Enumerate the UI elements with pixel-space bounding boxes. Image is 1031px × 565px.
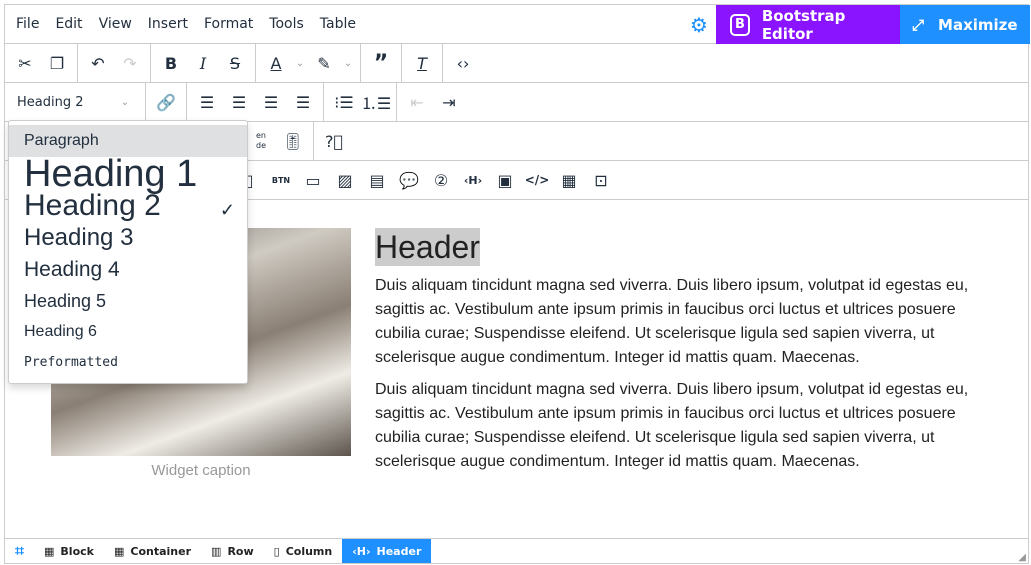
image-icon[interactable]: ▨ [329, 165, 361, 195]
figure-caption: Widget caption [151, 462, 251, 479]
container-icon: ▦ [113, 544, 125, 558]
option-label: Heading 5 [24, 291, 107, 311]
text-column: Header Duis aliquam tincidunt magna sed … [375, 228, 985, 482]
option-label: Heading 2 [24, 189, 161, 222]
menu-insert[interactable]: Insert [140, 5, 196, 44]
bold-icon[interactable]: B [155, 48, 187, 78]
chevron-down-icon[interactable]: ⌄ [292, 58, 308, 69]
help-icon[interactable]: ?⃝ [318, 126, 350, 156]
maximize-button[interactable]: ⤢ Maximize [900, 5, 1030, 44]
translate-to: de [256, 141, 266, 150]
format-select[interactable]: Heading 2 ⌄ [9, 87, 141, 117]
resize-handle[interactable]: ◢ [1018, 552, 1026, 563]
button-icon[interactable]: BTN [265, 165, 297, 195]
format-option-heading-2[interactable]: Heading 2 ✓ [9, 191, 247, 221]
align-right-icon[interactable]: ☰ [255, 87, 287, 117]
breadcrumb-container[interactable]: ▦ Container [104, 539, 201, 563]
gear-icon[interactable]: ⚙ [683, 5, 715, 44]
bootstrap-editor-label: Bootstrap Editor [761, 6, 846, 43]
column-icon: ▯ [273, 544, 280, 558]
source-code-icon[interactable]: ‹› [447, 48, 479, 78]
format-option-heading-4[interactable]: Heading 4 [9, 254, 247, 285]
header-icon[interactable]: ‹H› [457, 165, 489, 195]
window-icon[interactable]: ▭ [297, 165, 329, 195]
bullet-list-icon[interactable]: ⁝☰ [328, 87, 360, 117]
settings-comment-icon[interactable]: 🎚 [277, 126, 309, 156]
translate-icon[interactable]: en de [245, 126, 277, 156]
snippet-icon[interactable]: ⊡ [585, 165, 617, 195]
crumb-label: Column [285, 544, 333, 558]
chevron-down-icon[interactable]: ⌄ [340, 58, 356, 69]
maximize-label: Maximize [938, 15, 1018, 34]
highlight-icon[interactable]: ✎ [308, 48, 340, 78]
format-option-heading-1[interactable]: Heading 1 [9, 155, 247, 193]
option-label: Heading 6 [24, 323, 97, 340]
block-icon: ▦ [44, 544, 55, 558]
menubar: File Edit View Insert Format Tools Table… [5, 5, 1030, 44]
crumb-label: Block [60, 544, 94, 558]
toolbar-row-1: ✂ ❐ ↶ ↷ BIS A ⌄ ✎ ⌄ ” T ‹› [5, 44, 1028, 83]
maximize-icon: ⤢ [912, 15, 925, 34]
format-option-heading-6[interactable]: Heading 6 [9, 317, 247, 347]
clear-formatting-icon[interactable]: T [406, 48, 438, 78]
strikethrough-icon[interactable]: S [219, 48, 251, 78]
option-label: Preformatted [24, 355, 118, 370]
menu-tools[interactable]: Tools [261, 5, 312, 44]
row-icon: ▥ [211, 544, 222, 558]
align-center-icon[interactable]: ☰ [223, 87, 255, 117]
undo-icon[interactable]: ↶ [82, 48, 114, 78]
menu-table[interactable]: Table [312, 5, 364, 44]
toolbar-row-2: Heading 2 ⌄ 🔗 ☰ ☰ ☰ ☰ ⁝☰ ⒈☰ ⇤ ⇥ [5, 83, 1028, 122]
cut-icon[interactable]: ✂ [9, 48, 41, 78]
redo-icon[interactable]: ↷ [114, 48, 146, 78]
menu-file[interactable]: File [5, 5, 47, 44]
breadcrumb-column[interactable]: ▯ Column [264, 539, 343, 563]
align-left-icon[interactable]: ☰ [191, 87, 223, 117]
format-select-value: Heading 2 [17, 94, 84, 110]
translate-from: en [256, 131, 266, 140]
numbered-list-icon[interactable]: ⒈☰ [360, 87, 392, 117]
option-label: Heading 3 [24, 224, 134, 251]
paragraph[interactable]: Duis aliquam tincidunt magna sed viverra… [375, 378, 985, 474]
outdent-icon[interactable]: ⇤ [401, 87, 433, 117]
breadcrumb-block[interactable]: ▦ Block [34, 539, 104, 563]
code-icon[interactable]: </> [521, 165, 553, 195]
chevron-down-icon: ⌄ [120, 96, 130, 108]
qr-code-icon[interactable]: ▦ [553, 165, 585, 195]
breadcrumb-header[interactable]: ‹H› Header [342, 539, 432, 563]
copy-icon[interactable]: ❐ [41, 48, 73, 78]
list-block-icon[interactable]: ▤ [361, 165, 393, 195]
bootstrap-logo-icon: B [730, 13, 750, 36]
speech-bubble-icon[interactable]: 💬 [393, 165, 425, 195]
format-option-heading-5[interactable]: Heading 5 [9, 285, 247, 317]
option-label: Heading 4 [24, 258, 120, 281]
header-heading[interactable]: Header [375, 228, 480, 266]
crumb-label: Container [130, 544, 192, 558]
align-justify-icon[interactable]: ☰ [287, 87, 319, 117]
bootstrap-editor-button[interactable]: B Bootstrap Editor [716, 5, 900, 44]
statusbar: ⌗ ▦ Block ▦ Container ▥ Row ▯ Column ‹H› Head… [5, 538, 1028, 563]
menu-format[interactable]: Format [196, 5, 261, 44]
format-option-heading-3[interactable]: Heading 3 [9, 221, 247, 254]
text-color-icon[interactable]: A [260, 48, 292, 78]
indent-icon[interactable]: ⇥ [433, 87, 465, 117]
select-element-icon[interactable]: ⌗ [5, 539, 34, 563]
option-label: Paragraph [24, 132, 99, 149]
code-window-icon[interactable]: ▣ [489, 165, 521, 195]
blockquote-icon[interactable]: ” [365, 48, 397, 78]
header-icon: ‹H› [352, 544, 371, 558]
paragraph[interactable]: Duis aliquam tincidunt magna sed viverra… [375, 274, 985, 370]
menu-edit[interactable]: Edit [47, 5, 90, 44]
format-dropdown: Paragraph Heading 1 Heading 2 ✓ Heading 3… [8, 120, 248, 384]
format-option-preformatted[interactable]: Preformatted [9, 347, 247, 379]
breadcrumb-row[interactable]: ▥ Row [201, 539, 264, 563]
menu-view[interactable]: View [91, 5, 140, 44]
crumb-label: Header [376, 544, 422, 558]
link-icon[interactable]: 🔗 [150, 87, 182, 117]
badge-icon[interactable]: ② [425, 165, 457, 195]
italic-icon[interactable]: I [187, 48, 219, 78]
crumb-label: Row [227, 544, 254, 558]
